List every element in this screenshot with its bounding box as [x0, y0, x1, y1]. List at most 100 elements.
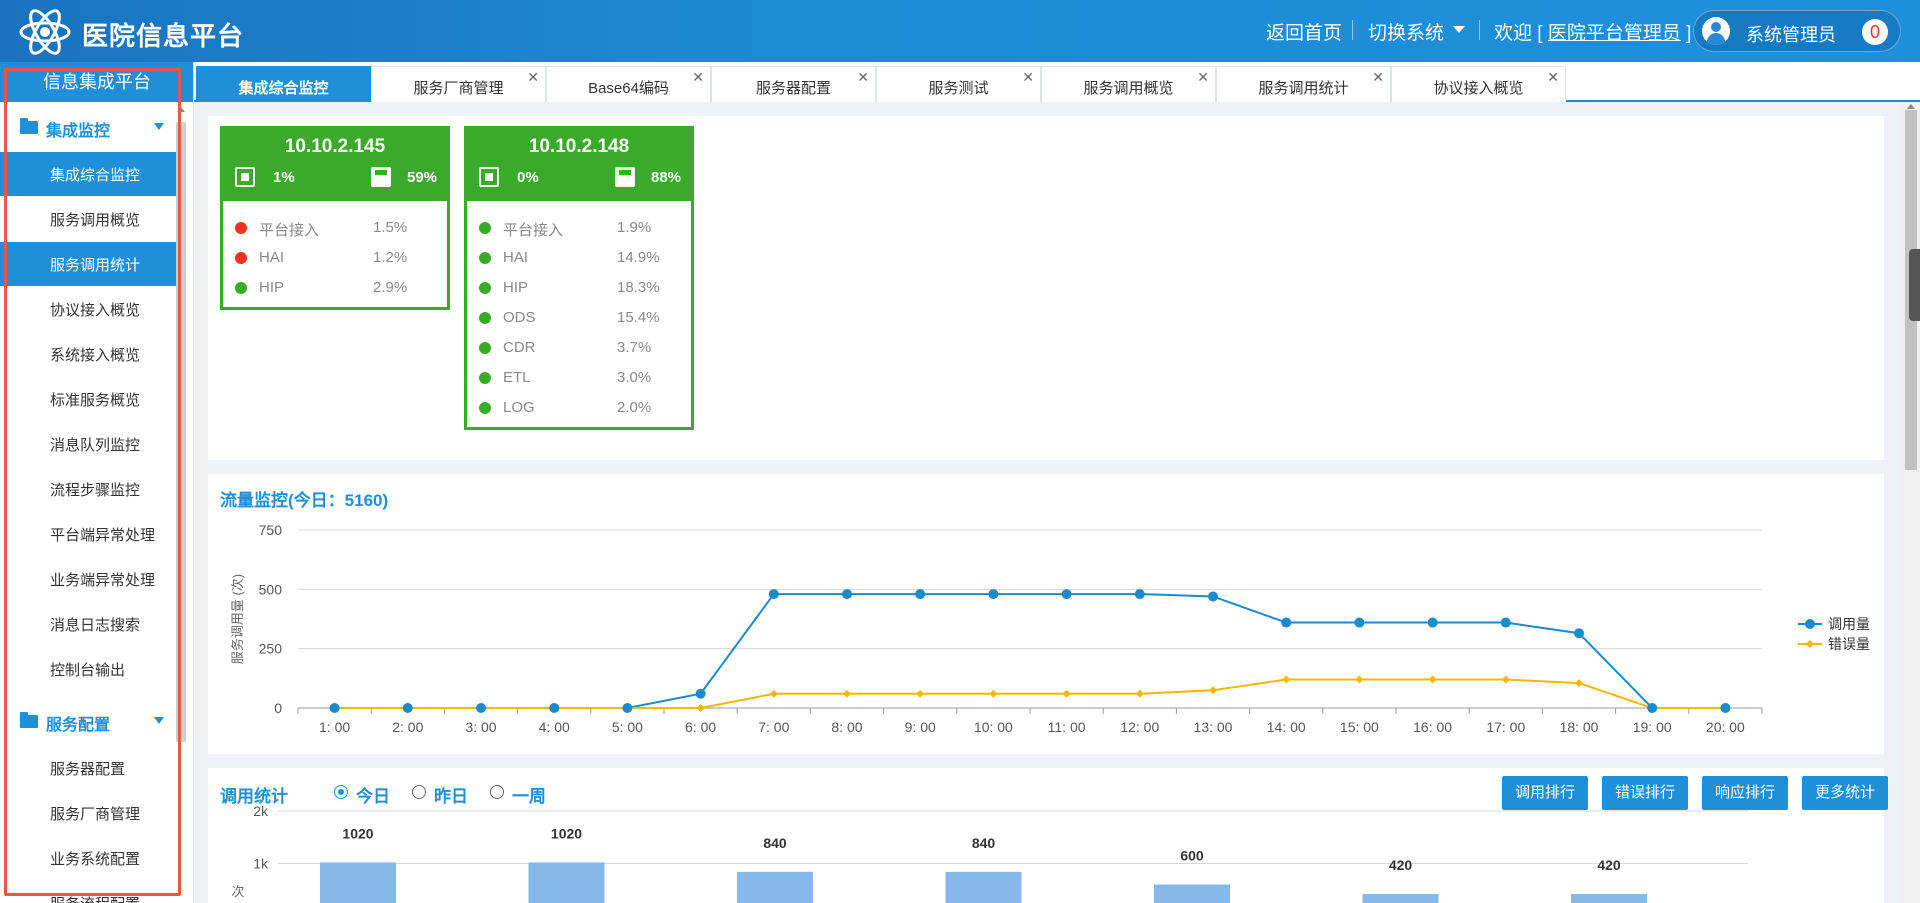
x-tick-label: 5: 00 [612, 719, 643, 735]
data-point[interactable] [988, 589, 999, 600]
data-point[interactable] [1355, 675, 1364, 684]
data-point[interactable] [1061, 589, 1072, 600]
bar[interactable] [320, 862, 396, 903]
chevron-down-icon[interactable] [1453, 26, 1465, 33]
data-point[interactable] [1575, 679, 1583, 688]
data-point[interactable] [1282, 675, 1291, 684]
y-axis-label: 次 [231, 884, 244, 899]
sidebar-item[interactable]: 流程步骤监控 [0, 467, 176, 511]
tab[interactable]: 协议接入概览 ✕ [1391, 66, 1566, 102]
tab[interactable]: 服务测试 ✕ [876, 66, 1041, 102]
data-point[interactable] [329, 703, 340, 713]
home-link[interactable]: 返回首页 [1266, 18, 1342, 45]
close-icon[interactable]: ✕ [692, 69, 704, 86]
data-point[interactable] [768, 589, 779, 600]
bar[interactable] [945, 871, 1022, 903]
data-point[interactable] [916, 689, 925, 698]
sidebar-item[interactable]: 控制台输出 [0, 647, 176, 691]
sidebar-item[interactable]: 服务器配置 [0, 746, 176, 790]
sidebar-item[interactable]: 消息队列监控 [0, 422, 176, 466]
tab[interactable]: Base64编码 ✕ [546, 66, 711, 102]
x-tick-label: 20: 00 [1706, 719, 1745, 735]
legend-label[interactable]: 错误量 [1828, 636, 1870, 652]
data-point[interactable] [696, 704, 705, 712]
sidebar-item[interactable]: 业务端异常处理 [0, 557, 176, 601]
data-point[interactable] [1062, 689, 1071, 698]
data-point[interactable] [1354, 617, 1365, 628]
sidebar-item[interactable]: 系统接入概览 [0, 332, 176, 376]
bar[interactable] [1362, 893, 1439, 903]
data-point[interactable] [769, 689, 778, 698]
data-point[interactable] [549, 703, 560, 713]
caret-down-icon[interactable] [154, 123, 164, 130]
data-point[interactable] [402, 703, 413, 713]
data-point[interactable] [915, 589, 926, 600]
data-point[interactable] [1647, 703, 1658, 713]
close-icon[interactable]: ✕ [1372, 69, 1384, 86]
sidebar-group[interactable]: 服务配置 [0, 700, 176, 742]
sidebar-group[interactable]: 集成监控 [0, 106, 176, 148]
data-point[interactable] [1135, 689, 1144, 698]
data-point[interactable] [843, 689, 851, 698]
tab[interactable]: 服务器配置 ✕ [711, 66, 876, 102]
x-tick-label: 8: 00 [831, 719, 862, 735]
data-point[interactable] [622, 703, 633, 713]
sidebar-item[interactable]: 消息日志搜索 [0, 602, 176, 646]
series-line [334, 678, 1726, 709]
sidebar-scrollbar[interactable] [176, 122, 186, 742]
data-point[interactable] [476, 703, 486, 713]
data-point[interactable] [1428, 675, 1437, 684]
scroll-up-arrow-icon[interactable] [1907, 104, 1915, 109]
data-point[interactable] [842, 589, 852, 600]
sidebar-item[interactable]: 服务流程配置 [0, 881, 176, 903]
data-point[interactable] [1720, 703, 1731, 713]
switch-system-dropdown[interactable]: 切换系统 [1368, 18, 1444, 45]
sidebar-item[interactable]: 标准服务概览 [0, 377, 176, 421]
data-point[interactable] [1209, 686, 1217, 695]
close-icon[interactable]: ✕ [1547, 69, 1559, 86]
data-point[interactable] [1574, 628, 1584, 639]
sidebar-item[interactable]: 服务调用统计 [0, 242, 176, 286]
data-point[interactable] [1134, 589, 1145, 600]
tab[interactable]: 集成综合监控 [196, 66, 371, 102]
bar[interactable] [528, 862, 605, 903]
bar[interactable] [1154, 884, 1230, 903]
data-point[interactable] [1427, 617, 1438, 628]
tab[interactable]: 服务调用统计 ✕ [1216, 66, 1391, 102]
sidebar-item[interactable]: 业务系统配置 [0, 836, 176, 880]
close-icon[interactable]: ✕ [527, 69, 539, 86]
service-percent: 3.7% [617, 339, 652, 356]
close-icon[interactable]: ✕ [1197, 69, 1209, 86]
data-point[interactable] [695, 688, 706, 699]
bar[interactable] [737, 871, 813, 903]
service-name: HAI [503, 249, 529, 266]
tab[interactable]: 服务厂商管理 ✕ [371, 66, 546, 102]
sidebar-item[interactable]: 服务调用概览 [0, 197, 176, 241]
notification-badge[interactable]: 0 [1862, 19, 1888, 45]
sidebar-item[interactable]: 服务厂商管理 [0, 791, 176, 835]
user-menu[interactable]: 系统管理员 0 [1693, 10, 1901, 52]
data-point[interactable] [1281, 617, 1292, 628]
sidebar-item[interactable]: 平台端异常处理 [0, 512, 176, 556]
sidebar-item[interactable]: 协议接入概览 [0, 287, 176, 331]
sidebar-item[interactable]: 集成综合监控 [0, 152, 176, 196]
service-name: 平台接入 [503, 222, 564, 239]
side-handle[interactable] [1909, 249, 1920, 321]
caret-down-icon[interactable] [154, 717, 164, 724]
tab-label: 协议接入概览 [1433, 80, 1524, 97]
data-point[interactable] [1501, 675, 1510, 684]
scroll-up-arrow-icon[interactable] [177, 107, 185, 112]
data-point[interactable] [1500, 617, 1511, 628]
data-point[interactable] [989, 689, 998, 698]
data-point[interactable] [1208, 591, 1218, 602]
tab[interactable]: 服务调用概览 ✕ [1041, 66, 1216, 102]
page-scrollbar[interactable] [1902, 104, 1920, 903]
close-icon[interactable]: ✕ [1022, 69, 1034, 86]
server-card[interactable]: 10.10.2.145 1% 59% 平台接入 1.5% HAI 1.2% HIP 2.9% [220, 126, 450, 310]
welcome-user-link[interactable]: 医院平台管理员 [1548, 23, 1681, 44]
legend-label[interactable]: 调用量 [1828, 616, 1870, 632]
bar[interactable] [1571, 893, 1647, 903]
close-icon[interactable]: ✕ [857, 69, 869, 86]
server-card[interactable]: 10.10.2.148 0% 88% 平台接入 1.9% HAI 14.9% HIP 18.3%… [464, 126, 694, 430]
status-dot-icon [479, 312, 491, 324]
